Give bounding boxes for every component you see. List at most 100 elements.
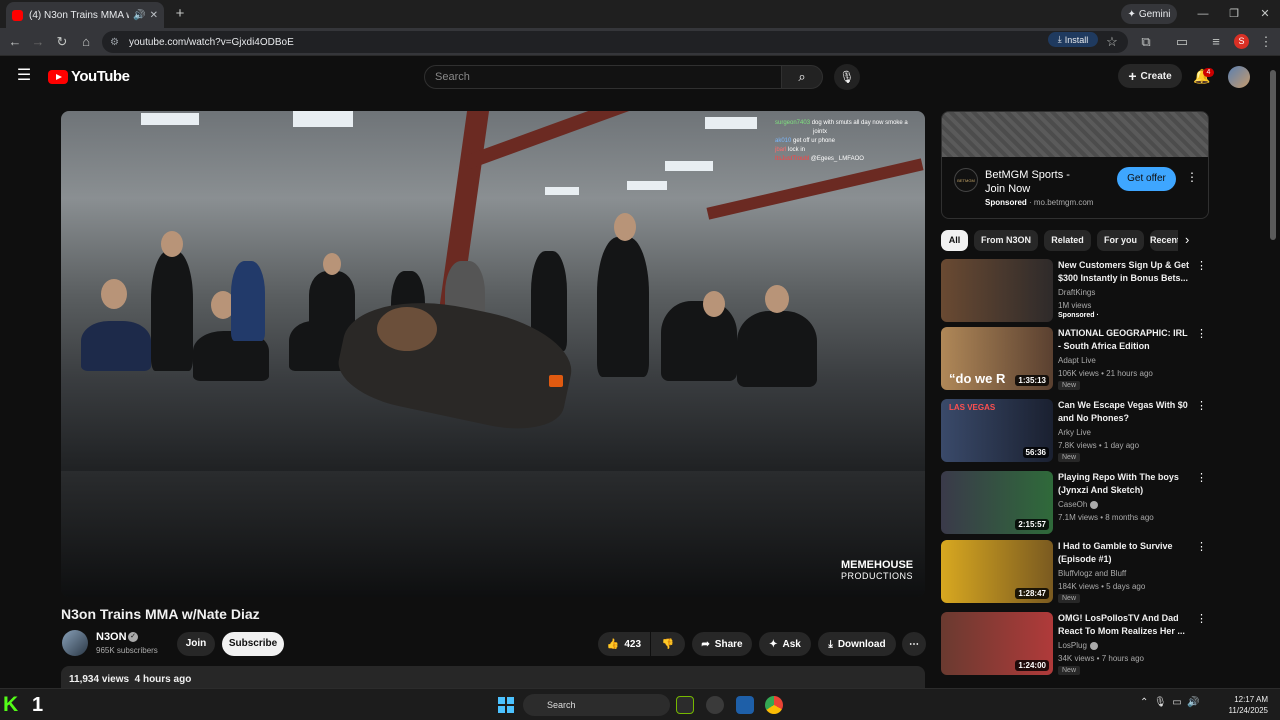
account-avatar[interactable] [1228, 66, 1250, 88]
notification-count-badge: 4 [1203, 68, 1214, 77]
channel-name[interactable]: N3ON [96, 631, 127, 643]
rec-channel[interactable]: CaseOh [1058, 500, 1099, 509]
close-tab-icon[interactable]: ✕ [150, 10, 158, 21]
nvidia-icon[interactable] [676, 696, 694, 714]
app-icon[interactable] [706, 696, 724, 714]
rec-channel[interactable]: Bluffvlogz and Bluff [1058, 569, 1126, 578]
home-button[interactable]: ⌂ [76, 32, 96, 52]
taskbar-search[interactable]: Search [523, 694, 670, 716]
chrome-icon[interactable] [765, 696, 783, 714]
chip-related[interactable]: Related [1044, 230, 1091, 251]
profile-avatar[interactable]: S [1234, 34, 1249, 49]
install-app-button[interactable]: ⤓ Install [1048, 32, 1098, 47]
sponsored-ad-card[interactable]: BETMGM BetMGM Sports - Join Now Sponsore… [941, 111, 1209, 219]
more-vertical-icon[interactable]: ⋮ [1196, 471, 1207, 484]
rec-title[interactable]: NATIONAL GEOGRAPHIC: IRL - South Africa … [1058, 327, 1190, 353]
new-tab-button[interactable]: + [170, 4, 190, 24]
microphone-icon: 🎙 [839, 70, 855, 84]
subscribe-button[interactable]: Subscribe [222, 632, 284, 656]
rec-channel[interactable]: DraftKings [1058, 288, 1095, 297]
download-button[interactable]: ⤓ Download [818, 632, 896, 656]
stream-chat-overlay: surgeon7403 dog with smuts all day now s… [775, 120, 908, 162]
recommended-video[interactable]: “do we R 1:35:13 NATIONAL GEOGRAPHIC: IR… [941, 327, 1209, 391]
kick-counter: 1 [32, 694, 44, 716]
more-vertical-icon[interactable]: ⋮ [1196, 327, 1207, 340]
browser-tab-bar: (4) N3on Trains MMA w/Na 🔊 ✕ + ✦Gemini —… [0, 0, 1280, 28]
back-button[interactable]: ← [5, 32, 25, 52]
dislike-button[interactable]: 👎 [651, 632, 685, 656]
rec-title[interactable]: I Had to Gamble to Survive (Episode #1) [1058, 540, 1190, 566]
more-vertical-icon[interactable]: ⋮ [1196, 259, 1207, 272]
app-icon[interactable] [736, 696, 754, 714]
video-player[interactable]: surgeon7403 dog with smuts all day now s… [61, 111, 925, 597]
rec-title[interactable]: Can We Escape Vegas With $0 and No Phone… [1058, 399, 1190, 425]
more-actions-button[interactable]: ⋯ [902, 632, 926, 656]
rec-title[interactable]: Playing Repo With The boys (Jynxzi And S… [1058, 471, 1190, 497]
recommended-video[interactable]: 1:28:47 I Had to Gamble to Survive (Epis… [941, 540, 1209, 604]
like-button[interactable]: 👍 423 [598, 632, 650, 656]
taskbar-clock[interactable]: 12:17 AM 11/24/2025 [1224, 694, 1268, 716]
recommended-video[interactable]: 1:24:00 OMG! LosPollosTV And Dad React T… [941, 612, 1209, 676]
ad-more-icon[interactable]: ⋮ [1186, 170, 1198, 184]
ad-title[interactable]: BetMGM Sports - Join Now [985, 168, 1093, 196]
video-thumbnail[interactable]: LAS VEGAS 56:36 [941, 399, 1053, 462]
join-button[interactable]: Join [177, 632, 215, 656]
memehouse-watermark: MEMEHOUSE PRODUCTIONS [841, 559, 914, 582]
youtube-logo[interactable]: YouTube [48, 68, 130, 85]
search-input[interactable]: Search [424, 65, 782, 89]
description-box[interactable]: 11,934 views 4 hours ago [61, 666, 925, 690]
rec-channel[interactable]: Arky Live [1058, 428, 1091, 437]
recommended-video[interactable]: 2:15:57 Playing Repo With The boys (Jynx… [941, 471, 1209, 535]
share-button[interactable]: ➦ Share [692, 632, 752, 656]
create-button[interactable]: + Create [1118, 64, 1182, 88]
tab-search-icon[interactable]: ▭ [1172, 32, 1192, 52]
voice-search-button[interactable]: 🎙 [834, 64, 860, 90]
video-thumbnail[interactable]: 2:15:57 [941, 471, 1053, 534]
duration-badge: 1:28:47 [1015, 588, 1049, 599]
speaker-icon[interactable]: 🔊 [133, 10, 145, 21]
media-controls-icon[interactable]: ≡ [1206, 32, 1226, 52]
system-tray[interactable]: ⌃ 🎙 ▭ 🔊 [1140, 697, 1200, 708]
browser-tab[interactable]: (4) N3on Trains MMA w/Na 🔊 ✕ [6, 2, 164, 28]
recommended-video[interactable]: New Customers Sign Up & Get $300 Instant… [941, 259, 1209, 323]
site-info-icon[interactable]: ⚙ [110, 37, 119, 48]
chrome-menu-icon[interactable]: ⋮ [1256, 32, 1276, 52]
chip-from-channel[interactable]: From N3ON [974, 230, 1038, 251]
rec-channel[interactable]: Adapt Live [1058, 356, 1096, 365]
rec-title[interactable]: New Customers Sign Up & Get $300 Instant… [1058, 259, 1190, 285]
restore-button[interactable]: ❐ [1219, 4, 1249, 24]
browser-toolbar: ← → ↻ ⌂ ⚙ youtube.com/watch?v=Gjxdi4ODBo… [0, 28, 1280, 56]
more-vertical-icon[interactable]: ⋮ [1196, 540, 1207, 553]
like-count: 423 [624, 638, 642, 650]
extensions-icon[interactable]: ⧉ [1136, 32, 1156, 52]
windows-start-icon[interactable] [498, 697, 514, 713]
more-vertical-icon[interactable]: ⋮ [1196, 399, 1207, 412]
channel-avatar[interactable] [62, 630, 88, 656]
menu-icon[interactable]: ☰ [14, 66, 34, 86]
recommended-video[interactable]: LAS VEGAS 56:36 Can We Escape Vegas With… [941, 399, 1209, 463]
chip-all[interactable]: All [941, 230, 968, 251]
minimize-button[interactable]: — [1188, 4, 1218, 24]
steel-beam [706, 158, 924, 220]
close-window-button[interactable]: ✕ [1250, 4, 1280, 24]
get-offer-button[interactable]: Get offer [1117, 167, 1176, 191]
video-thumbnail[interactable]: 1:24:00 [941, 612, 1053, 675]
video-thumbnail[interactable]: 1:28:47 [941, 540, 1053, 603]
page-scrollbar[interactable] [1270, 70, 1276, 240]
search-button[interactable]: ⌕ [781, 65, 823, 89]
bookmark-star-icon[interactable]: ☆ [1102, 32, 1122, 52]
more-vertical-icon[interactable]: ⋮ [1196, 612, 1207, 625]
ask-button[interactable]: ✦ Ask [759, 632, 811, 656]
video-thumbnail[interactable]: “do we R 1:35:13 [941, 327, 1053, 390]
chevron-right-icon[interactable]: › [1185, 232, 1189, 247]
chip-for-you[interactable]: For you [1097, 230, 1144, 251]
reload-button[interactable]: ↻ [52, 32, 72, 52]
orange-glove [549, 375, 563, 387]
address-bar[interactable]: ⚙ youtube.com/watch?v=Gjxdi4ODBoE [102, 31, 1128, 53]
gemini-button[interactable]: ✦ Gemini [1121, 4, 1177, 24]
forward-button[interactable]: → [28, 32, 48, 52]
rec-title[interactable]: OMG! LosPollosTV And Dad React To Mom Re… [1058, 612, 1190, 638]
video-thumbnail[interactable] [941, 259, 1053, 322]
rec-channel[interactable]: LosPlug [1058, 641, 1098, 650]
chip-recently-uploaded[interactable]: Recently uploaded [1150, 230, 1178, 251]
